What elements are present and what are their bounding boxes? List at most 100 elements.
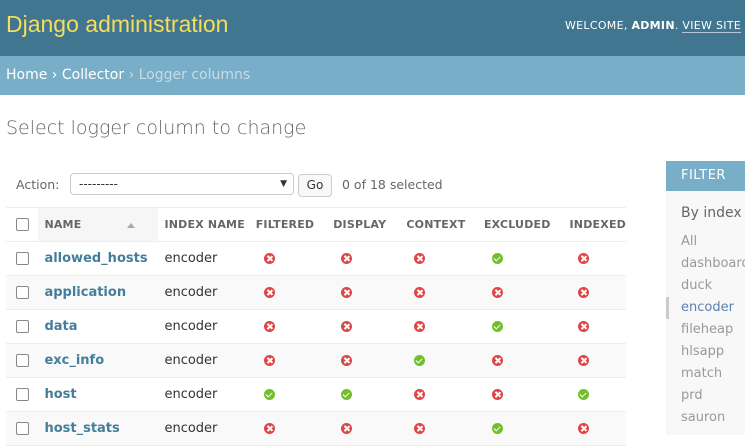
sort-up-arrow-icon[interactable] bbox=[127, 223, 135, 228]
row-index-name: encoder bbox=[164, 319, 217, 334]
breadcrumb-home-link[interactable]: Home bbox=[6, 67, 47, 83]
row-checkbox[interactable] bbox=[16, 422, 29, 435]
table-row: applicationencoder bbox=[6, 276, 626, 310]
row-name-link[interactable]: host bbox=[44, 387, 76, 402]
display-cell bbox=[327, 344, 400, 378]
row-checkbox[interactable] bbox=[16, 388, 29, 401]
excluded-cell bbox=[478, 276, 564, 310]
x-circle-icon bbox=[264, 355, 275, 366]
x-circle-icon bbox=[341, 321, 352, 332]
row-select-cell bbox=[6, 310, 38, 344]
x-circle-icon bbox=[578, 423, 589, 434]
filtered-cell bbox=[250, 276, 327, 310]
breadcrumb-separator: › bbox=[129, 67, 135, 83]
row-checkbox[interactable] bbox=[16, 252, 29, 265]
breadcrumb-app-link[interactable]: Collector bbox=[62, 67, 124, 83]
x-circle-icon bbox=[492, 355, 503, 366]
breadcrumb-separator: › bbox=[52, 67, 58, 83]
index-name-cell: encoder bbox=[158, 344, 249, 378]
name-cell: data bbox=[38, 310, 158, 344]
column-header-filtered[interactable]: FILTERED bbox=[250, 208, 327, 242]
x-circle-icon bbox=[578, 287, 589, 298]
user-tools: WELCOME, ADMIN. VIEW SITE / CI bbox=[565, 19, 745, 32]
action-select[interactable]: --------- ▼ bbox=[70, 173, 294, 195]
filter-item-fileheap[interactable]: fileheap bbox=[666, 319, 745, 341]
column-header-context[interactable]: CONTEXT bbox=[400, 208, 478, 242]
indexed-cell bbox=[564, 412, 626, 446]
index-name-cell: encoder bbox=[158, 310, 249, 344]
table-row: allowed_hosts encoder bbox=[6, 242, 626, 276]
index-name-cell: encoder bbox=[158, 412, 249, 446]
display-cell bbox=[327, 276, 400, 310]
indexed-cell bbox=[564, 378, 626, 412]
filtered-cell bbox=[250, 412, 327, 446]
column-header-indexed[interactable]: INDEXED bbox=[564, 208, 626, 242]
column-header-display[interactable]: DISPLAY bbox=[327, 208, 400, 242]
filter-item-sauron[interactable]: sauron bbox=[666, 407, 745, 429]
row-index-name: encoder bbox=[164, 353, 217, 368]
column-header-label: CONTEXT bbox=[406, 218, 465, 231]
row-checkbox[interactable] bbox=[16, 320, 29, 333]
filter-item-match[interactable]: match bbox=[666, 363, 745, 385]
row-name-link[interactable]: host_stats bbox=[44, 421, 119, 436]
row-name-link[interactable]: exc_info bbox=[44, 353, 104, 368]
x-circle-icon bbox=[414, 287, 425, 298]
table-row: host_stats encoder bbox=[6, 412, 626, 446]
context-cell bbox=[400, 310, 478, 344]
check-circle-icon bbox=[414, 355, 425, 366]
row-index-name: encoder bbox=[164, 387, 217, 402]
row-name-link[interactable]: application bbox=[44, 285, 126, 300]
filter-item-prd[interactable]: prd bbox=[666, 385, 745, 407]
index-name-cell: encoder bbox=[158, 378, 249, 412]
select-all-checkbox[interactable] bbox=[16, 218, 29, 231]
x-circle-icon bbox=[578, 355, 589, 366]
row-checkbox[interactable] bbox=[16, 354, 29, 367]
x-circle-icon bbox=[492, 287, 503, 298]
x-circle-icon bbox=[578, 253, 589, 264]
excluded-cell bbox=[478, 310, 564, 344]
context-cell bbox=[400, 276, 478, 310]
name-cell: allowed_hosts bbox=[38, 242, 158, 276]
x-circle-icon bbox=[414, 253, 425, 264]
excluded-cell bbox=[478, 378, 564, 412]
x-circle-icon bbox=[264, 287, 275, 298]
filter-item-encoder[interactable]: encoder bbox=[666, 297, 745, 319]
excluded-cell bbox=[478, 412, 564, 446]
filter-item-all[interactable]: All bbox=[666, 231, 745, 253]
column-header-label: EXCLUDED bbox=[484, 218, 551, 231]
check-circle-icon bbox=[264, 389, 275, 400]
context-cell bbox=[400, 242, 478, 276]
filter-item-hlsapp[interactable]: hlsapp bbox=[666, 341, 745, 363]
result-table: NAME INDEX NAME FILTERED DISPLAY CONTEXT… bbox=[6, 207, 626, 446]
row-index-name: encoder bbox=[164, 251, 217, 266]
column-header-excluded[interactable]: EXCLUDED bbox=[478, 208, 564, 242]
x-circle-icon bbox=[264, 253, 275, 264]
selection-count: 0 of 18 selected bbox=[342, 177, 443, 192]
filtered-cell bbox=[250, 344, 327, 378]
breadcrumb: Home › Collector › Logger columns bbox=[0, 56, 745, 95]
name-cell: application bbox=[38, 276, 158, 310]
page-title: Select logger column to change bbox=[6, 117, 306, 139]
go-button[interactable]: Go bbox=[298, 174, 332, 197]
row-index-name: encoder bbox=[164, 421, 217, 436]
context-cell bbox=[400, 378, 478, 412]
name-cell: host_stats bbox=[38, 412, 158, 446]
x-circle-icon bbox=[264, 423, 275, 434]
filter-title: FILTER bbox=[666, 161, 745, 191]
filter-item-duck[interactable]: duck bbox=[666, 275, 745, 297]
row-checkbox[interactable] bbox=[16, 286, 29, 299]
row-name-link[interactable]: allowed_hosts bbox=[44, 251, 147, 266]
check-circle-icon bbox=[578, 389, 589, 400]
filter-item-dashboard[interactable]: dashboard bbox=[666, 253, 745, 275]
site-branding[interactable]: Django administration bbox=[6, 11, 228, 38]
column-header-name[interactable]: NAME bbox=[38, 208, 158, 242]
row-name-link[interactable]: data bbox=[44, 319, 77, 334]
x-circle-icon bbox=[341, 355, 352, 366]
breadcrumb-current: Logger columns bbox=[139, 67, 251, 83]
column-header-index-name[interactable]: INDEX NAME bbox=[158, 208, 249, 242]
username: ADMIN bbox=[631, 19, 674, 32]
select-all-cell bbox=[6, 208, 38, 242]
x-circle-icon bbox=[264, 321, 275, 332]
view-site-link[interactable]: VIEW SITE bbox=[682, 19, 741, 33]
excluded-cell bbox=[478, 344, 564, 378]
